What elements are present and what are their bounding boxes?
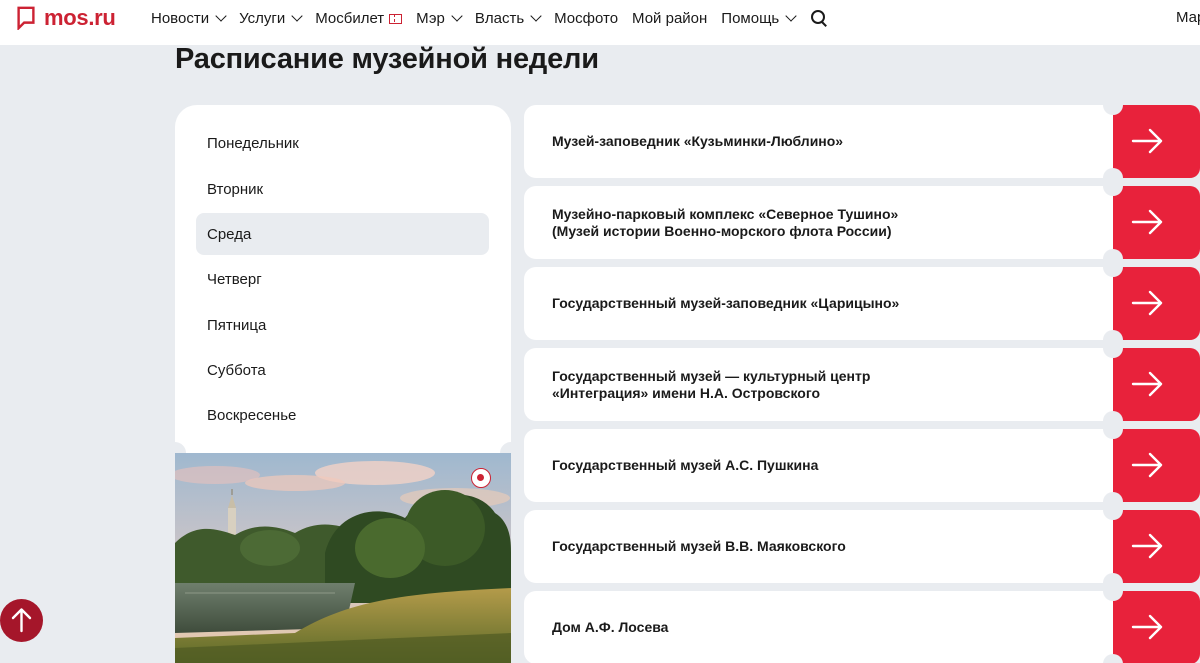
open-museum-button[interactable] [1113, 267, 1200, 340]
nav-services-label: Услуги [239, 9, 286, 27]
museum-name: Музей-заповедник «Кузьминки-Люблино» [552, 133, 844, 149]
museum-name: Дом А.Ф. Лосева [552, 619, 669, 635]
logo-text: mos.ru [44, 5, 116, 30]
nav-my-district[interactable]: Мой район [632, 10, 707, 27]
museum-landscape-image [175, 453, 511, 663]
open-museum-button[interactable] [1113, 510, 1200, 583]
top-header: mos.ru Новости Услуги Мосбилет Мэр Власт… [0, 0, 1200, 45]
open-museum-button[interactable] [1113, 591, 1200, 663]
nav-mosfoto[interactable]: Мосфото [554, 10, 618, 27]
nav-news-label: Новости [151, 9, 210, 27]
museum-row-7[interactable]: Дом А.Ф. Лосева [524, 591, 1200, 663]
row-notch [1103, 500, 1123, 520]
search-icon[interactable] [811, 10, 827, 26]
day-sunday[interactable]: Воскресенье [196, 394, 489, 436]
nav-services[interactable]: Услуги [239, 9, 303, 27]
arrow-right-icon [1131, 128, 1163, 154]
mos-logo[interactable]: mos.ru [16, 5, 116, 31]
museum-row-1[interactable]: Музей-заповедник «Кузьминки-Люблино» [524, 105, 1200, 178]
chevron-down-icon [451, 10, 463, 22]
chevron-down-icon [215, 10, 227, 22]
page-title: Расписание музейной недели [175, 43, 599, 75]
museum-name: Государственный музей А.С. Пушкина [552, 457, 819, 473]
nav-mosbilet-label: Мосбилет [315, 9, 385, 27]
museum-name: Музейно-парковый комплекс «Северное Туши… [552, 205, 899, 239]
open-museum-button[interactable] [1113, 348, 1200, 421]
day-friday[interactable]: Пятница [196, 304, 489, 346]
museum-card: Дом А.Ф. Лосева [524, 591, 1113, 663]
museum-card: Музейно-парковый комплекс «Северное Туши… [524, 186, 1113, 259]
row-notch [1103, 338, 1123, 358]
day-thursday[interactable]: Четверг [196, 258, 489, 300]
logo-icon [17, 6, 35, 30]
museum-row-4[interactable]: Государственный музей — культурный центр… [524, 348, 1200, 421]
nav-mosfoto-label: Мосфото [554, 9, 619, 27]
museum-card: Государственный музей-заповедник «Царицы… [524, 267, 1113, 340]
museum-card: Государственный музей — культурный центр… [524, 348, 1113, 421]
museum-row-2[interactable]: Музейно-парковый комплекс «Северное Туши… [524, 186, 1200, 259]
nav-government-label: Власть [474, 9, 525, 27]
row-notch [1103, 581, 1123, 601]
museum-name: Государственный музей В.В. Маяковского [552, 538, 846, 554]
chevron-down-icon [530, 10, 542, 22]
museum-card: Государственный музей А.С. Пушкина [524, 429, 1113, 502]
arrow-right-icon [1131, 452, 1163, 478]
nav-government[interactable]: Власть [474, 9, 542, 27]
open-museum-button[interactable] [1113, 105, 1200, 178]
scroll-to-top-button[interactable] [0, 599, 43, 642]
museum-row-3[interactable]: Государственный музей-заповедник «Царицы… [524, 267, 1200, 340]
nav-mosbilet[interactable]: Мосбилет [315, 9, 403, 27]
arrow-right-icon [1131, 371, 1163, 397]
nav-mayor-label: Мэр [416, 9, 445, 27]
landscape-illustration [175, 453, 511, 663]
nav-mayor[interactable]: Мэр [416, 9, 463, 27]
museum-card: Государственный музей В.В. Маяковского [524, 510, 1113, 583]
arrow-right-icon [1131, 209, 1163, 235]
day-wednesday[interactable]: Среда [196, 213, 489, 255]
arrow-right-icon [1131, 614, 1163, 640]
record-icon[interactable] [471, 468, 491, 488]
ticket-icon [389, 13, 403, 24]
day-saturday[interactable]: Суббота [196, 349, 489, 391]
chevron-down-icon [291, 10, 303, 22]
day-selector: Понедельник Вторник Среда Четверг Пятниц… [175, 105, 511, 453]
chevron-down-icon [785, 10, 797, 22]
nav-help[interactable]: Помощь [721, 9, 797, 27]
museum-name: Государственный музей-заповедник «Царицы… [552, 295, 900, 311]
row-notch [1103, 95, 1123, 115]
row-notch [1103, 176, 1123, 196]
museum-row-6[interactable]: Государственный музей В.В. Маяковского [524, 510, 1200, 583]
row-notch [1103, 257, 1123, 277]
arrow-up-icon [11, 608, 32, 633]
main-nav: Новости Услуги Мосбилет Мэр Власть Мосфо… [151, 0, 827, 36]
museum-card: Музей-заповедник «Кузьминки-Люблино» [524, 105, 1113, 178]
arrow-right-icon [1131, 290, 1163, 316]
day-tuesday[interactable]: Вторник [196, 168, 489, 210]
day-monday[interactable]: Понедельник [196, 122, 489, 164]
museum-row-5[interactable]: Государственный музей А.С. Пушкина [524, 429, 1200, 502]
row-notch [1103, 419, 1123, 439]
header-right-link[interactable]: Мар [1176, 9, 1200, 26]
nav-my-district-label: Мой район [632, 9, 708, 27]
arrow-right-icon [1131, 533, 1163, 559]
open-museum-button[interactable] [1113, 186, 1200, 259]
museum-name: Государственный музей — культурный центр… [552, 367, 871, 401]
nav-news[interactable]: Новости [151, 9, 227, 27]
open-museum-button[interactable] [1113, 429, 1200, 502]
nav-help-label: Помощь [721, 9, 780, 27]
